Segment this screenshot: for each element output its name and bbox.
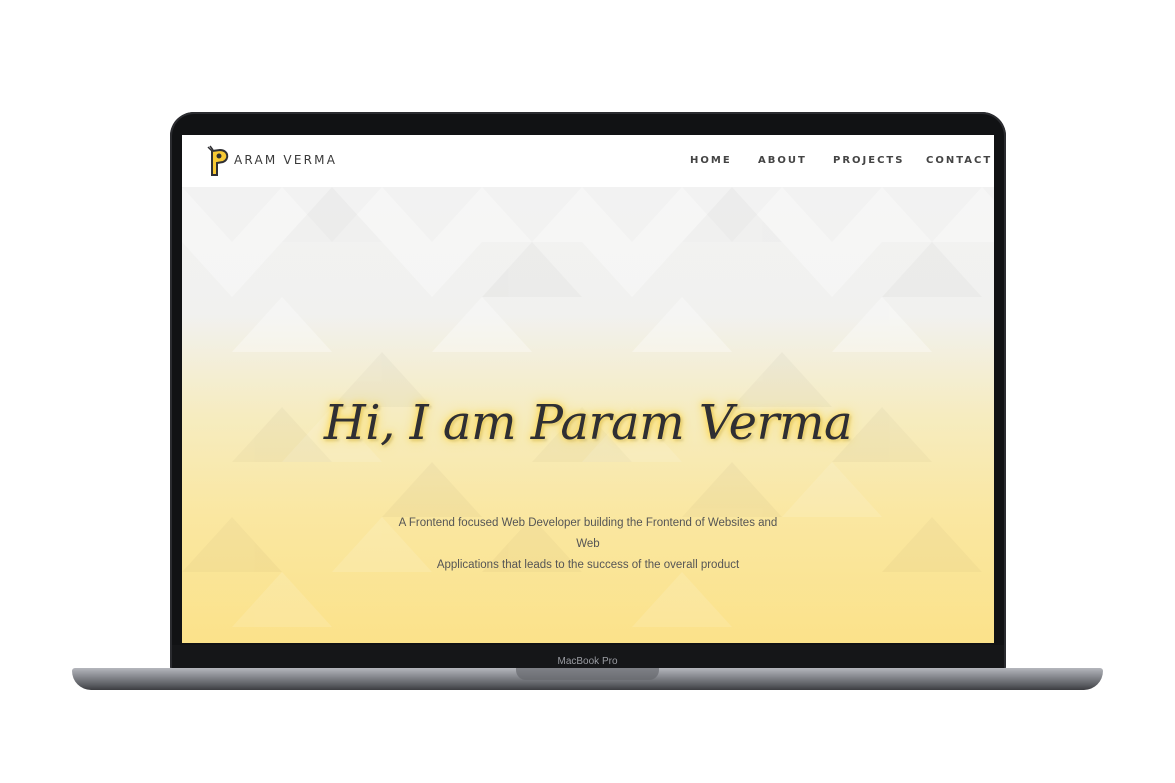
- device-label: MacBook Pro: [557, 656, 618, 667]
- nav-contact-link[interactable]: CONTACT: [926, 155, 992, 166]
- site-navbar: ARAM VERMA HOME ABOUT PROJECTS CONTACT: [182, 135, 994, 187]
- hero-subtitle-line-2: Applications that leads to the success o…: [436, 559, 740, 571]
- hero-section: Hi, I am Param Verma A Frontend focused …: [182, 187, 994, 643]
- laptop-base-notch: [516, 668, 659, 680]
- hero-subtitle-line-1: A Frontend focused Web Developer buildin…: [398, 517, 778, 550]
- nav-home-link[interactable]: HOME: [690, 155, 732, 166]
- p-letter-logo-icon[interactable]: [206, 145, 232, 179]
- nav-projects-link[interactable]: PROJECTS: [833, 155, 904, 166]
- nav-about-link[interactable]: ABOUT: [758, 155, 807, 166]
- hero-title: Hi, I am Param Verma: [323, 395, 853, 451]
- laptop-screen: ARAM VERMA HOME ABOUT PROJECTS CONTACT H…: [182, 135, 994, 643]
- brand-name[interactable]: ARAM VERMA: [234, 153, 337, 167]
- hero-subtitle: A Frontend focused Web Developer buildin…: [388, 513, 788, 576]
